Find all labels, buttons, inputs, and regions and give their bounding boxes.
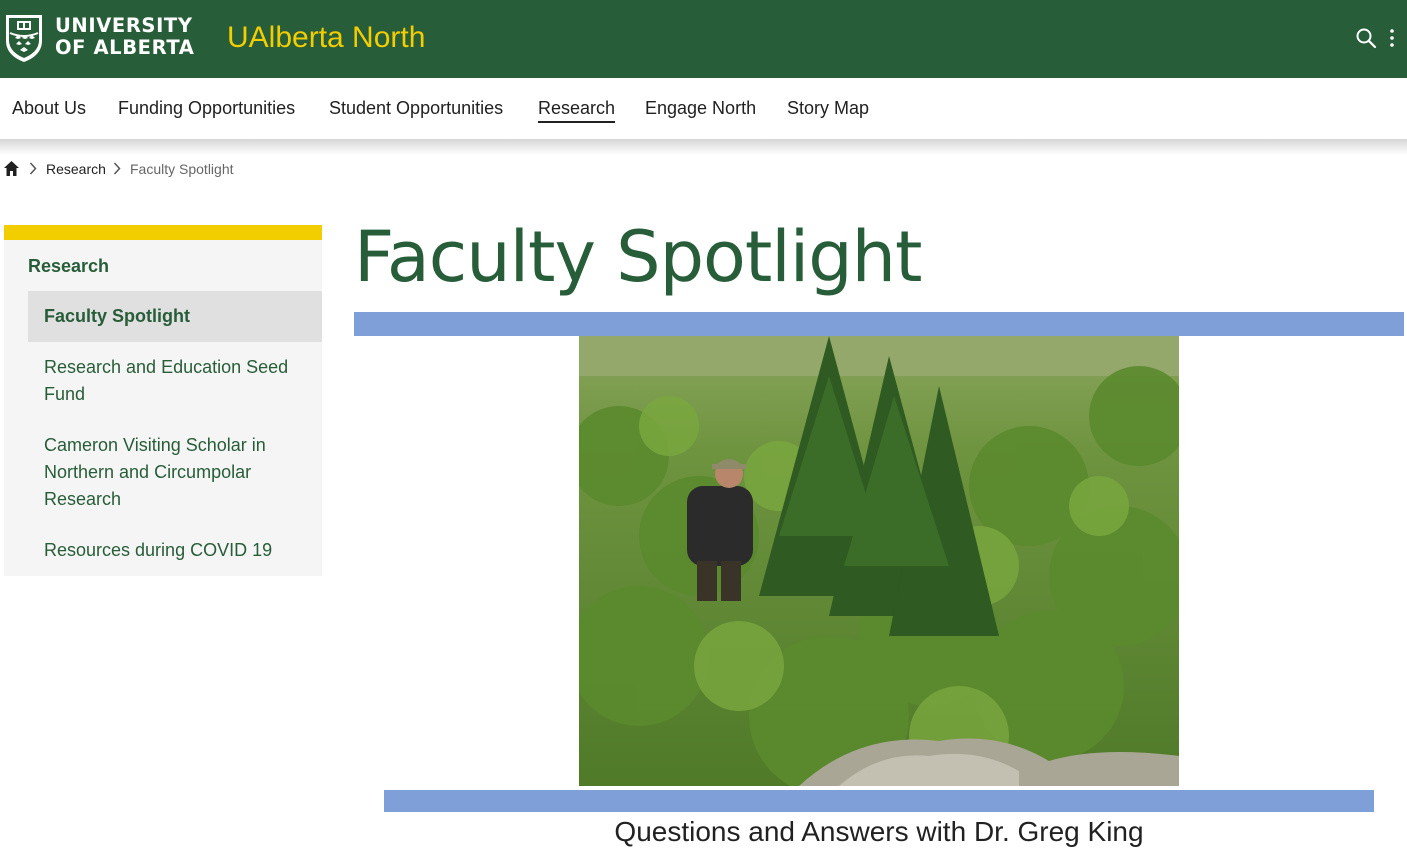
university-crest-logo[interactable]: [4, 13, 44, 63]
accent-band-bottom: [384, 790, 1374, 812]
site-header: UNIVERSITY OF ALBERTA UAlberta North: [0, 0, 1407, 78]
faculty-photo: [579, 336, 1179, 786]
nav-item-about-us[interactable]: About Us: [12, 97, 86, 119]
nav-item-engage-north[interactable]: Engage North: [645, 97, 756, 119]
sidebar-item-covid-resources[interactable]: Resources during COVID 19: [28, 537, 322, 564]
nav-item-research[interactable]: Research: [538, 97, 616, 123]
chevron-right-icon: [29, 162, 37, 175]
sidebar-item-cameron-visiting-scholar[interactable]: Cameron Visiting Scholar in Northern and…: [28, 432, 322, 513]
site-title-link[interactable]: UAlberta North: [227, 20, 425, 56]
wordmark-line-1: UNIVERSITY: [55, 14, 193, 37]
sidebar-heading-research[interactable]: Research: [28, 255, 109, 277]
sidebar-item-faculty-spotlight[interactable]: Faculty Spotlight: [28, 291, 322, 342]
home-icon[interactable]: [3, 160, 20, 177]
section-sidebar: Research Faculty Spotlight Research and …: [4, 225, 322, 576]
kebab-menu-icon[interactable]: [1385, 27, 1399, 49]
breadcrumb-current-page: Faculty Spotlight: [130, 161, 234, 177]
sidebar-item-seed-fund[interactable]: Research and Education Seed Fund: [28, 354, 322, 408]
article-subtitle: Questions and Answers with Dr. Greg King: [614, 816, 1144, 847]
accent-band-top: [354, 312, 1404, 336]
search-icon[interactable]: [1355, 27, 1377, 49]
sidebar-accent-bar: [4, 225, 322, 240]
university-wordmark[interactable]: UNIVERSITY OF ALBERTA: [55, 15, 194, 59]
nav-item-story-map[interactable]: Story Map: [787, 97, 869, 119]
navigation-shadow: [0, 139, 1407, 155]
page-title: Faculty Spotlight: [354, 216, 922, 298]
breadcrumb-research[interactable]: Research: [46, 160, 106, 178]
chevron-right-icon: [113, 162, 121, 175]
nav-item-student-opportunities[interactable]: Student Opportunities: [329, 97, 503, 119]
nav-item-funding-opportunities[interactable]: Funding Opportunities: [118, 97, 295, 119]
wordmark-line-2: OF ALBERTA: [55, 36, 195, 59]
